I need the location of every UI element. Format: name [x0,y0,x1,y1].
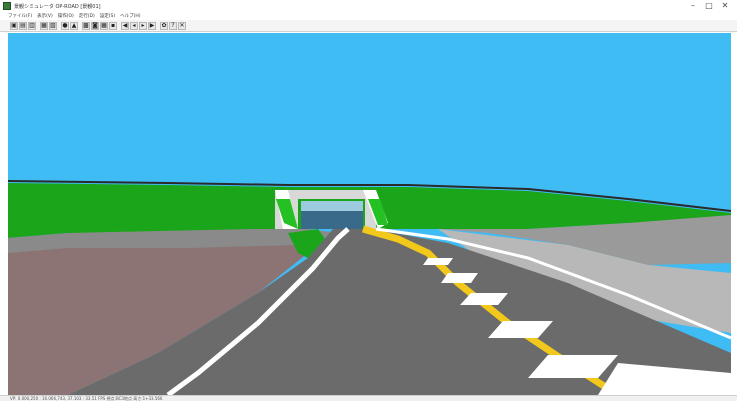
help-icon[interactable]: ? [169,21,177,30]
save-icon[interactable]: ▤ [19,21,27,30]
menu-bar: ファイル(F) 表示(V) 操作(O) 走行(D) 設定(S) ヘルプ(H) [0,12,737,20]
grid-icon[interactable]: ▪ [109,21,117,30]
next-frame-icon[interactable]: ▸ [139,21,147,30]
menu-file[interactable]: ファイル(F) [8,13,32,19]
maximize-button[interactable]: □ [701,0,717,12]
open-folder-icon[interactable]: ▣ [10,21,18,30]
close-view-icon[interactable]: ✕ [178,21,186,30]
close-button[interactable]: ✕ [717,0,733,12]
menu-operate[interactable]: 操作(O) [58,13,74,19]
title-bar: 景観シミュレータ OP-ROAD [景観01] – □ ✕ [0,0,737,12]
menu-drive[interactable]: 走行(D) [79,13,95,19]
underpass-opening-sky [301,201,363,211]
save-as-icon[interactable]: ▥ [28,21,36,30]
menu-view[interactable]: 表示(V) [37,13,53,19]
3d-viewport[interactable] [8,33,731,395]
prev-frame-icon[interactable]: ◂ [130,21,138,30]
menu-settings[interactable]: 設定(S) [100,13,115,19]
camera-icon[interactable]: ◙ [91,21,99,30]
print-icon[interactable]: ▦ [40,21,48,30]
settings-icon[interactable]: ✿ [160,21,168,30]
road-scene [8,33,731,395]
table-icon[interactable]: ▦ [100,21,108,30]
sky [8,33,731,193]
first-frame-icon[interactable]: ◀ [121,21,129,30]
minimize-button[interactable]: – [685,0,701,12]
toolbar: ▣ ▤ ▥ ▦ ▧ ● ▲ ▩ ◙ ▦ ▪ ◀ ◂ ▸ ▶ ✿ ? ✕ [0,20,737,32]
preview-icon[interactable]: ▧ [49,21,57,30]
window-title: 景観シミュレータ OP-ROAD [景観01] [14,3,101,10]
zebra-stripe [423,258,453,265]
status-bar: VP: 0.000,250 : 16.066,743, 37.103 : 33.… [0,395,737,401]
window-controls: – □ ✕ [685,0,733,12]
menu-help[interactable]: ヘルプ(H) [120,13,140,19]
view-icon[interactable]: ▩ [82,21,90,30]
globe-icon[interactable]: ● [61,21,69,30]
export-icon[interactable]: ▲ [70,21,78,30]
last-frame-icon[interactable]: ▶ [148,21,156,30]
app-icon [3,2,11,10]
